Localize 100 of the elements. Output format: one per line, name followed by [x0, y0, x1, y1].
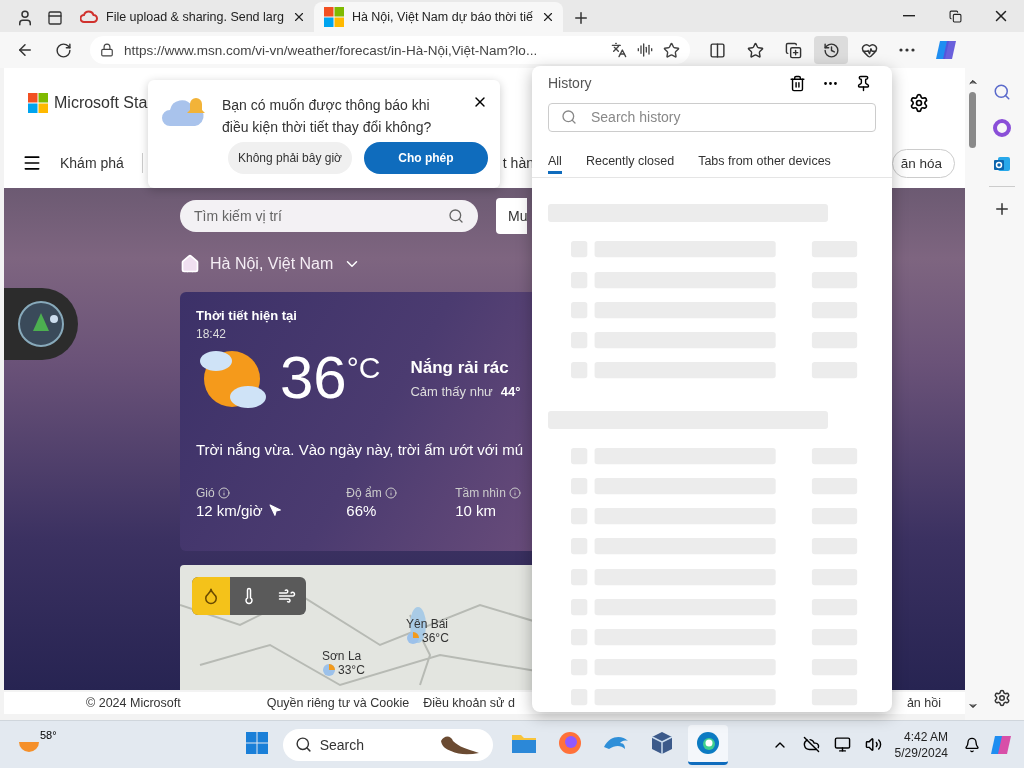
cloud-off-icon[interactable]	[802, 736, 820, 753]
mail-icon	[993, 155, 1011, 173]
footer-link[interactable]: ản hồi	[906, 696, 941, 710]
taskbar-search[interactable]: Search	[282, 728, 493, 761]
restore-icon	[948, 9, 962, 23]
notification-message: Bạn có muốn được thông báo khi điều kiện thời tiết thay đổi không?	[222, 96, 433, 137]
browser-icon	[557, 731, 582, 755]
weather-marker-icon	[406, 630, 420, 645]
monitor-icon[interactable]	[833, 736, 851, 753]
clock[interactable]: 4:42 AM 5/29/2024	[894, 728, 948, 761]
split-screen-icon	[708, 41, 726, 59]
logo-icon	[28, 93, 48, 113]
dismiss-button[interactable]: Không phải bây giờ	[228, 142, 352, 174]
speaker-icon[interactable]	[864, 736, 882, 753]
search-label: Search	[319, 736, 364, 753]
assistant-icon	[16, 299, 66, 349]
wind-icon	[278, 586, 296, 605]
browser-tab[interactable]: Hà Nội, Việt Nam dự báo thời tiế	[313, 2, 563, 32]
city-temperature: 33°C	[338, 662, 365, 677]
address-bar[interactable]: https://www.msn.com/vi-vn/weather/forecast/in-Hà-Nội,Việt-Nam?lo...	[90, 36, 690, 64]
feels-like-label: Cảm thấy như	[410, 383, 493, 399]
minimize-icon	[903, 15, 915, 17]
collections-icon	[784, 41, 802, 59]
card-heading: Thời tiết hiện tại	[196, 308, 298, 323]
stat-label: Gió	[196, 486, 215, 500]
weather-marker-icon	[322, 662, 336, 677]
history-tab[interactable]: Recently closed	[585, 153, 675, 174]
droplet-icon	[202, 586, 220, 605]
menu-icon[interactable]	[22, 153, 42, 173]
settings-icon[interactable]	[909, 93, 929, 113]
history-icon	[822, 41, 840, 59]
search-icon	[993, 83, 1011, 101]
panel-icon	[47, 10, 63, 26]
tab-title: File upload & sharing. Send larg	[106, 10, 284, 24]
footer-link[interactable]: Điều khoản sử d	[423, 696, 515, 710]
weather-temp: 58°	[40, 729, 57, 741]
search-icon	[294, 736, 312, 753]
stat-value: 10 km	[455, 502, 497, 519]
scrollbar-thumb[interactable]	[969, 92, 976, 148]
layer-button[interactable]	[192, 576, 230, 615]
brand-name: Microsoft Sta	[54, 94, 148, 112]
person-icon	[16, 9, 34, 27]
assistant-button[interactable]	[4, 288, 78, 360]
stat-value: 12 km/giờ	[196, 502, 263, 519]
panel-title: History	[548, 75, 592, 92]
history-tab[interactable]: All	[548, 153, 562, 174]
plus-icon	[993, 200, 1011, 218]
location-name[interactable]: Hà Nội, Việt Nam	[210, 255, 334, 273]
wind-direction-icon	[268, 504, 282, 517]
history-tab[interactable]: Tabs from other devices	[698, 153, 831, 174]
stat-label: Độ ẩm	[346, 486, 382, 500]
footer-link[interactable]: Quyền riêng tư và Cookie	[266, 696, 410, 710]
cube-icon	[650, 731, 673, 755]
time-text: 18:42	[196, 327, 228, 341]
trash-icon[interactable]	[789, 74, 806, 92]
browser-tab[interactable]: File upload & sharing. Send larg	[70, 2, 314, 32]
bell-icon[interactable]	[964, 736, 980, 753]
placeholder-text: Search history	[591, 109, 681, 126]
nav-link[interactable]: Khám phá	[60, 155, 124, 171]
reload-icon	[54, 41, 72, 59]
lock-icon	[100, 43, 114, 57]
star-icon[interactable]	[663, 41, 680, 59]
history-search-field[interactable]: Search history	[548, 102, 876, 132]
location-search-field[interactable]: Tìm kiếm vị trí	[180, 200, 478, 232]
more-icon	[899, 48, 915, 52]
star-icon	[746, 41, 764, 59]
tooltip: Mu	[496, 198, 528, 234]
copyright-text: © 2024 Microsoft	[86, 696, 181, 710]
folder-icon	[510, 732, 537, 754]
date-text: 5/29/2024	[894, 744, 948, 761]
search-icon	[561, 109, 577, 126]
read-aloud-icon[interactable]	[637, 42, 653, 58]
windows-icon	[245, 732, 268, 754]
condition-text: Nắng rải rác	[410, 357, 510, 378]
time-text: 4:42 AM	[903, 728, 948, 745]
info-icon[interactable]	[508, 487, 521, 499]
weather-summary: Trời nắng vừa. Vào ngày này, trời ẩm ướt với mú	[196, 441, 525, 458]
search-icon	[448, 208, 464, 224]
allow-button[interactable]: Cho phép	[363, 142, 488, 174]
feels-like-value: 44°	[500, 383, 521, 399]
tab-title: Hà Nội, Việt Nam dự báo thời tiế	[351, 10, 533, 24]
translate-icon[interactable]	[611, 42, 627, 58]
settings-icon	[993, 689, 1011, 707]
toolbar-button[interactable]	[814, 36, 848, 64]
temperature-unit: °C	[346, 351, 381, 385]
city-name: Yên Bái	[406, 616, 449, 631]
url-text: https://www.msn.com/vi-vn/weather/forecast/in-Hà-Nội,Việt-Nam?lo...	[124, 42, 538, 58]
info-icon[interactable]	[384, 487, 397, 499]
placeholder-text: Tìm kiếm vị trí	[194, 208, 282, 224]
home-icon	[180, 254, 200, 274]
heart-pulse-icon	[860, 41, 878, 59]
city-name: Sơn La	[322, 648, 362, 663]
stat-label: Tầm nhìn	[455, 486, 506, 500]
taskbar-app[interactable]	[687, 724, 728, 765]
stat-value: 66%	[346, 502, 377, 519]
cloud-icon	[80, 10, 98, 24]
pin-icon[interactable]	[855, 74, 872, 92]
temperature-value: 36	[280, 345, 347, 411]
logo-icon	[323, 7, 344, 27]
info-icon[interactable]	[217, 487, 230, 499]
